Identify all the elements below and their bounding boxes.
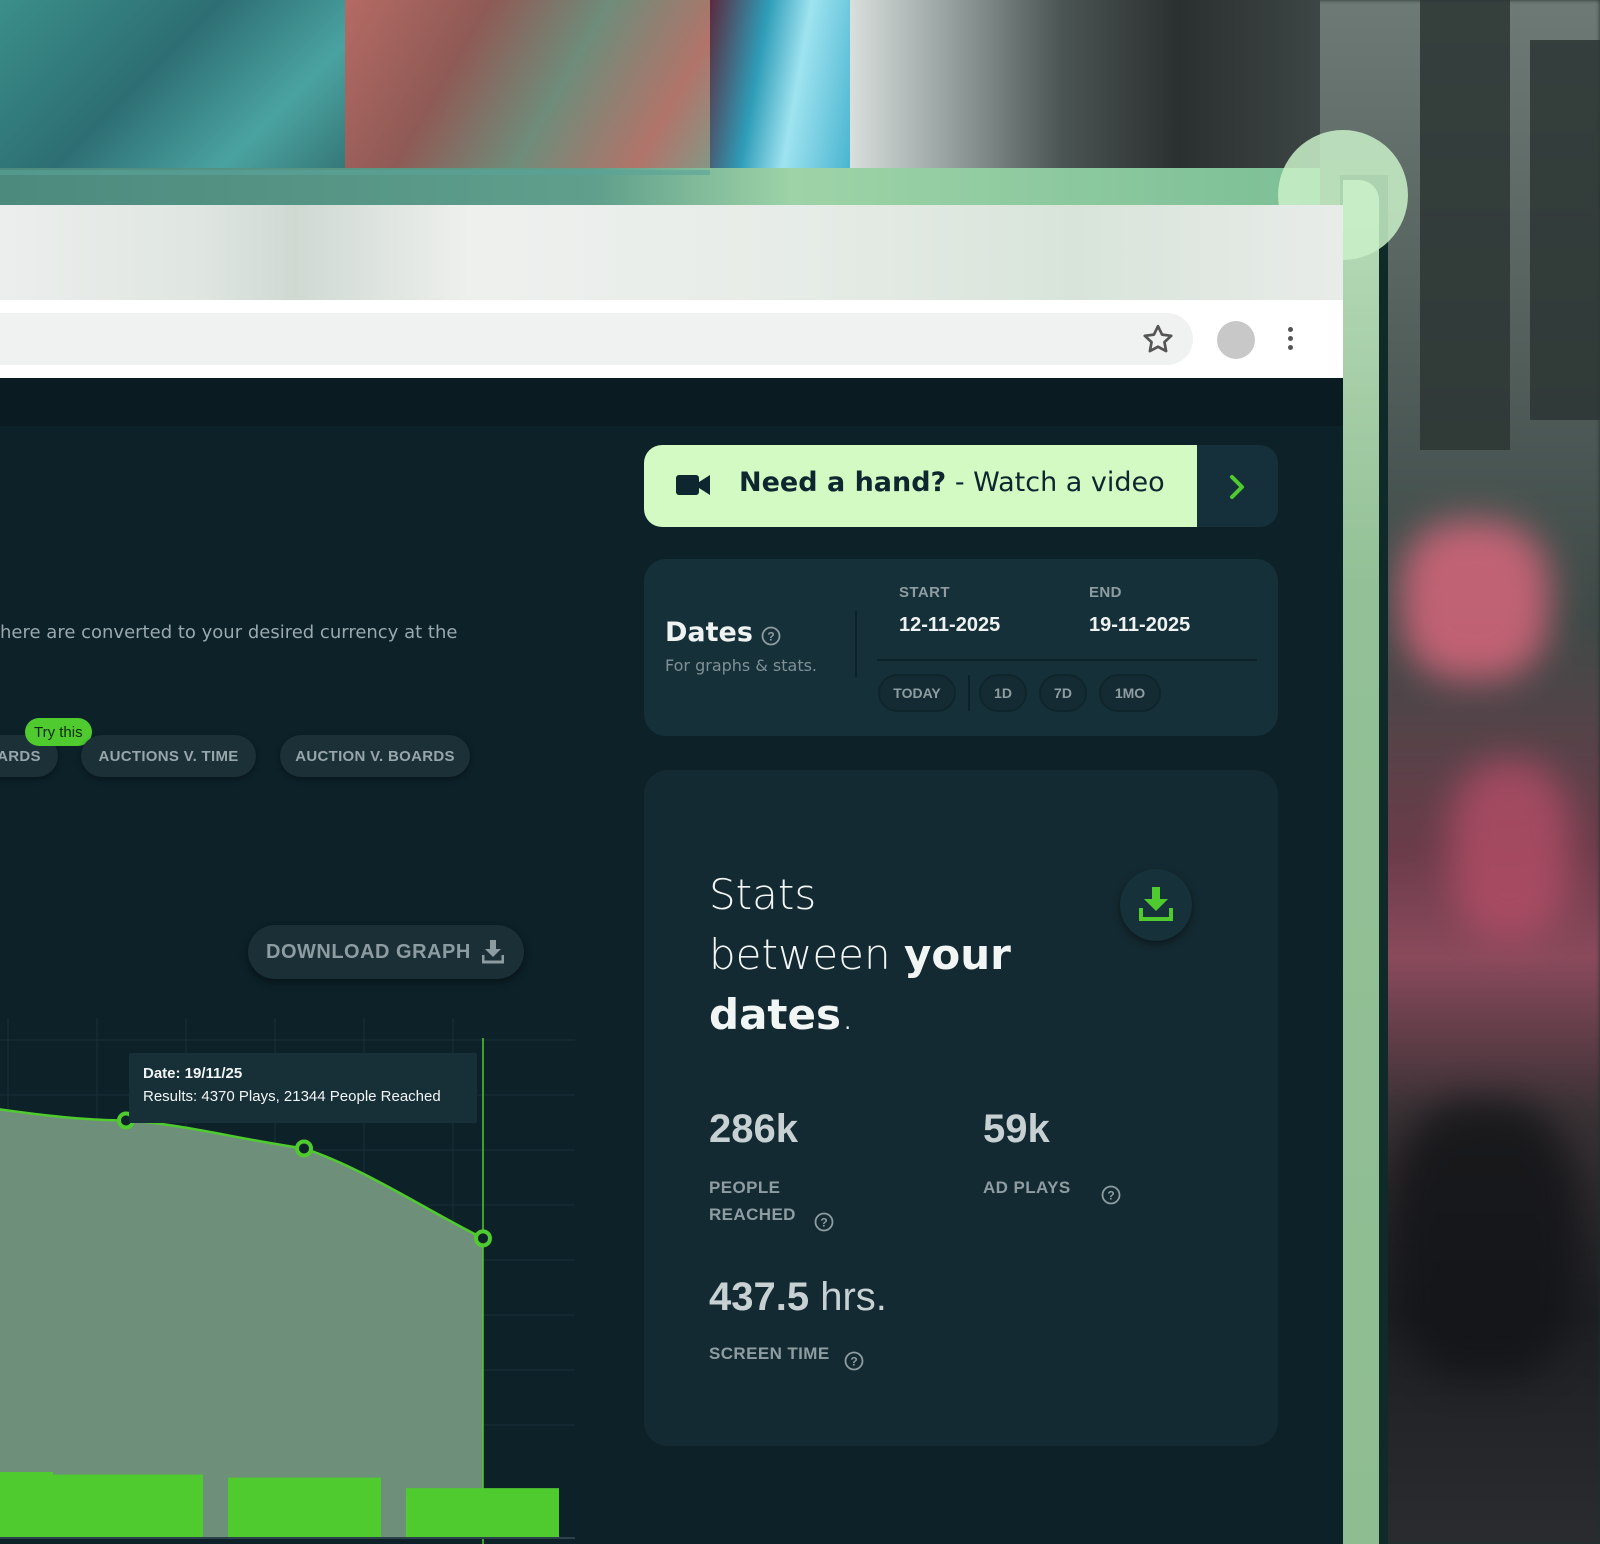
building-silhouette: [1530, 40, 1600, 420]
chart-area: [0, 1109, 483, 1538]
end-date-field[interactable]: 19-11-2025: [1089, 614, 1190, 637]
stats-card: Stats between your dates. 286k PEOPLE RE…: [644, 770, 1278, 1446]
background-photo-top: [0, 0, 1320, 205]
kebab-menu-icon[interactable]: [1280, 324, 1300, 356]
browser-toolbar: [0, 300, 1343, 378]
stats-title-line1: Stats: [709, 870, 817, 919]
avatar[interactable]: [1217, 321, 1255, 359]
screen-time-number: 437.5: [709, 1275, 810, 1319]
chevron-right-icon[interactable]: [1227, 473, 1249, 501]
chart-point[interactable]: [474, 1229, 492, 1248]
svg-text:?: ?: [767, 630, 774, 644]
start-label: START: [899, 584, 950, 601]
dates-subtitle: For graphs & stats.: [665, 656, 818, 675]
chart-bar: [50, 1474, 203, 1538]
start-date-field[interactable]: 12-11-2025: [899, 614, 1000, 637]
chart-point[interactable]: [295, 1139, 313, 1158]
app-page: here are converted to your desired curre…: [0, 378, 1343, 1544]
help-icon[interactable]: ?: [1101, 1185, 1121, 1205]
help-text-rest: - Watch a video: [946, 467, 1165, 498]
chart-bar: [228, 1477, 381, 1538]
range-1d-button[interactable]: 1D: [979, 674, 1027, 712]
range-today-button[interactable]: TODAY: [878, 674, 956, 712]
star-icon[interactable]: [1140, 322, 1176, 358]
chart-bar: [0, 1472, 53, 1538]
browser-tab-strip: [0, 205, 1343, 300]
address-bar[interactable]: [0, 313, 1193, 365]
ad-plays-value: 59k: [983, 1107, 1050, 1151]
watch-video-banner[interactable]: Need a hand? - Watch a video: [644, 445, 1278, 527]
stats-title-line3a: dates: [709, 990, 841, 1039]
currency-note: here are converted to your desired curre…: [0, 622, 458, 643]
download-icon: [1139, 887, 1173, 921]
tab-auction-v-boards[interactable]: AUCTION V. BOARDS: [280, 735, 470, 777]
neon-light: [1450, 760, 1570, 940]
help-text-bold: Need a hand?: [739, 467, 947, 498]
divider: [877, 659, 1257, 661]
svg-text:?: ?: [820, 1216, 827, 1230]
neon-light: [1400, 520, 1550, 680]
divider: [855, 611, 857, 677]
building-silhouette: [1420, 0, 1510, 450]
end-label: END: [1089, 584, 1122, 601]
dates-title: Dates: [665, 617, 753, 648]
app-header-band: [0, 378, 1343, 426]
screen-time-unit: hrs.: [809, 1275, 887, 1319]
download-icon: [482, 940, 504, 964]
range-7d-button[interactable]: 7D: [1039, 674, 1087, 712]
device-frame-edge: [1343, 180, 1379, 1544]
svg-text:?: ?: [850, 1355, 857, 1369]
download-stats-button[interactable]: [1120, 869, 1192, 941]
ad-plays-label: AD PLAYS: [983, 1178, 1071, 1197]
help-icon[interactable]: ?: [761, 626, 781, 646]
divider: [968, 675, 970, 711]
tooltip-date: Date: 19/11/25: [143, 1065, 243, 1082]
screen-time-value: 437.5 hrs.: [709, 1275, 887, 1320]
dark-vehicle: [1390, 1100, 1580, 1380]
stats-title: Stats between your dates.: [709, 865, 1011, 1045]
stats-title-line3b: .: [840, 990, 855, 1039]
tab-auctions-v-time[interactable]: AUCTIONS V. TIME: [81, 735, 256, 777]
svg-text:?: ?: [1107, 1189, 1114, 1203]
tooltip-results: Results: 4370 Plays, 21344 People Reache…: [143, 1088, 441, 1105]
help-icon[interactable]: ?: [814, 1212, 834, 1232]
people-reached-label-line1: PEOPLE: [709, 1178, 781, 1197]
screen-time-label: SCREEN TIME: [709, 1344, 830, 1363]
try-this-badge: Try this: [25, 718, 92, 746]
range-1mo-button[interactable]: 1MO: [1099, 674, 1161, 712]
people-reached-label: PEOPLE REACHED: [709, 1174, 796, 1228]
download-graph-label: DOWNLOAD GRAPH: [266, 940, 471, 963]
help-icon[interactable]: ?: [844, 1351, 864, 1371]
video-camera-icon: [676, 475, 710, 495]
dates-card: Dates ? For graphs & stats. START 12-11-…: [644, 559, 1278, 736]
chart-tooltip: Date: 19/11/25 Results: 4370 Plays, 2134…: [129, 1053, 477, 1123]
people-reached-value: 286k: [709, 1107, 798, 1151]
people-reached-label-line2: REACHED: [709, 1205, 796, 1224]
stats-title-line2a: between: [709, 930, 904, 979]
stats-title-line2b: your: [903, 930, 1011, 979]
download-graph-button[interactable]: DOWNLOAD GRAPH: [248, 925, 524, 979]
help-text: Need a hand? - Watch a video: [739, 467, 1165, 498]
